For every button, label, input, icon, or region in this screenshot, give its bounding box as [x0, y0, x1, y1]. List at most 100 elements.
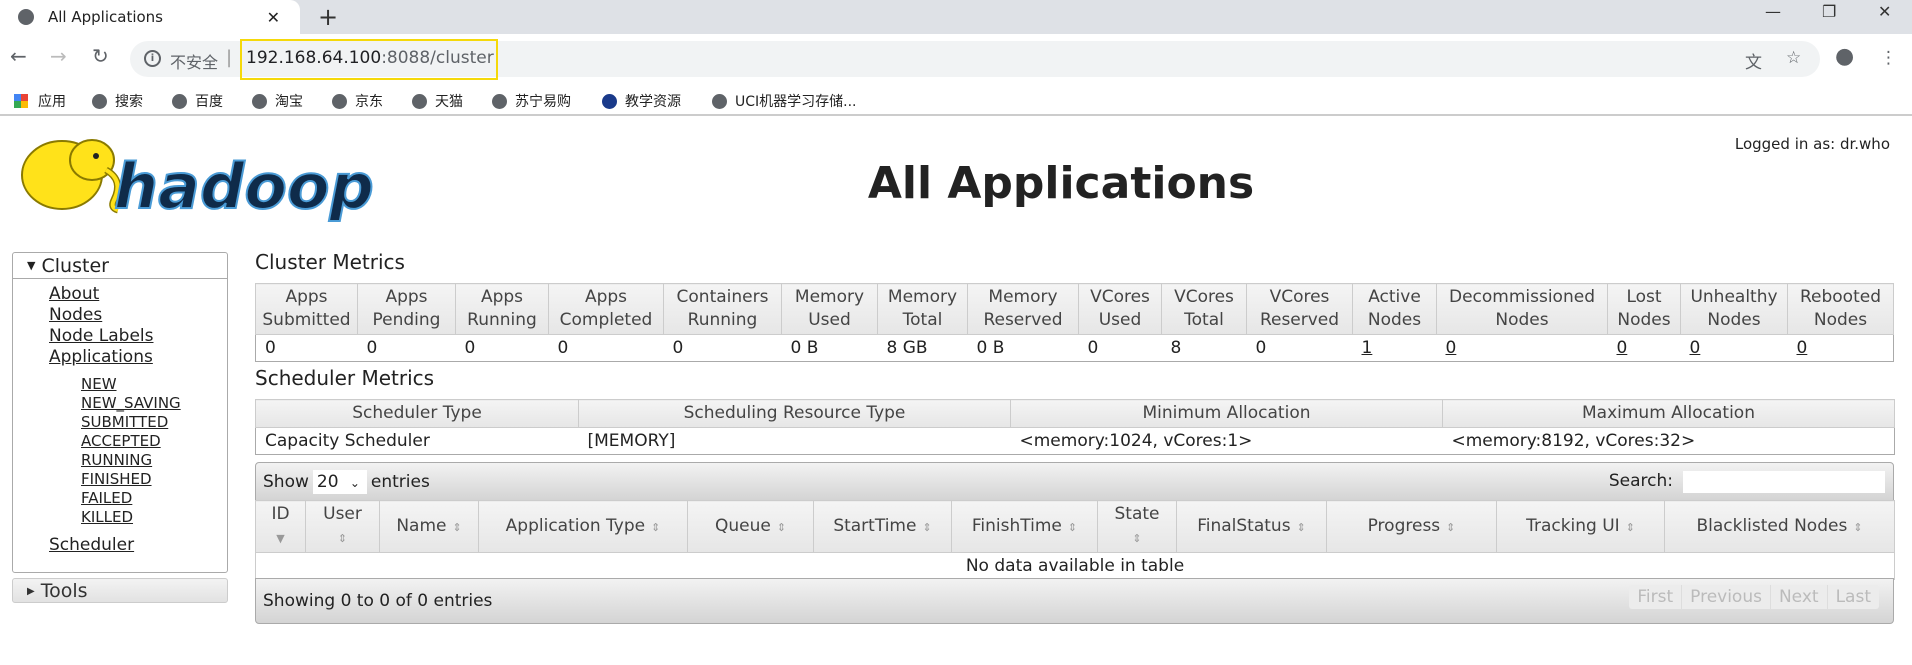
column-header[interactable]: StartTime ⇕ — [813, 500, 952, 553]
url-text[interactable]: 192.168.64.100:8088/cluster — [246, 48, 494, 68]
column-header[interactable]: Tracking UI ⇕ — [1496, 500, 1665, 553]
translate-icon[interactable]: 文 — [1745, 48, 1762, 73]
reload-icon[interactable]: ↻ — [92, 44, 109, 68]
forward-icon[interactable]: → — [50, 44, 67, 68]
triangle-right-icon: ▶ — [27, 586, 35, 597]
cluster-metrics-table: Apps Submitted Apps Pending Apps Running Ap… — [255, 283, 1894, 362]
column-header[interactable]: Blacklisted Nodes ⇕ — [1664, 500, 1895, 553]
sidebar-item-scheduler[interactable]: Scheduler — [13, 535, 227, 556]
insecure-label: 不安全 — [170, 53, 219, 72]
globe-icon — [412, 93, 427, 109]
node-count-link[interactable]: 0 — [1797, 338, 1808, 358]
bookmark[interactable]: 京东 — [332, 91, 383, 111]
scheduler-metric-value: <memory:1024, vCores:1> — [1010, 427, 1443, 455]
column-header-label: FinishTime — [971, 515, 1062, 536]
cluster-metric-value: 0 — [1787, 334, 1894, 362]
scheduler-metric-value: [MEMORY] — [578, 427, 1011, 455]
info-icon[interactable]: i — [144, 50, 161, 67]
cluster-metric-value: 0 — [1246, 334, 1353, 362]
star-icon[interactable]: ☆ — [1786, 48, 1801, 68]
cluster-metric-header: Apps Pending — [357, 283, 456, 335]
bookmark[interactable]: 搜索 — [92, 91, 143, 111]
restore-icon[interactable]: ❐ — [1822, 2, 1836, 21]
column-header[interactable]: Queue ⇕ — [687, 500, 814, 553]
globe-icon — [92, 93, 107, 109]
sidebar-state-submitted[interactable]: SUBMITTED — [13, 413, 227, 432]
sidebar-cluster: ▼ Cluster About Nodes Node Labels Applic… — [12, 252, 228, 573]
column-header[interactable]: Progress ⇕ — [1326, 500, 1497, 553]
sidebar-state-killed[interactable]: KILLED — [13, 508, 227, 527]
next-page-button[interactable]: Next — [1769, 585, 1827, 609]
sidebar-tools[interactable]: ▶ Tools — [12, 578, 228, 603]
column-header-label: User — [323, 504, 362, 524]
sort-icon: ⇕ — [1132, 532, 1142, 545]
scheduler-metric-header: Scheduler Type — [255, 399, 579, 428]
column-header[interactable]: State ⇕ — [1097, 500, 1177, 553]
browser-tab[interactable]: All Applications ✕ — [0, 0, 300, 34]
bookmark[interactable]: 教学资源 — [602, 91, 681, 111]
scheduler-metric-header: Scheduling Resource Type — [578, 399, 1011, 428]
cluster-metric-value: 0 — [1607, 334, 1681, 362]
column-header[interactable]: FinishTime ⇕ — [951, 500, 1098, 553]
cluster-metric-value: 0 — [1680, 334, 1788, 362]
sidebar-state-failed[interactable]: FAILED — [13, 489, 227, 508]
close-tab-icon[interactable]: ✕ — [267, 8, 280, 27]
column-header[interactable]: FinalStatus ⇕ — [1176, 500, 1327, 553]
tab-title: All Applications — [48, 8, 163, 26]
bookmark[interactable]: 百度 — [172, 91, 223, 111]
sidebar-state-new-saving[interactable]: NEW_SAVING — [13, 394, 227, 413]
cluster-metric-value: 0 — [1078, 334, 1162, 362]
column-header[interactable]: ID ▼ — [255, 500, 306, 553]
cluster-metric-header: Decommissioned Nodes — [1436, 283, 1608, 335]
cluster-metric-header: Memory Reserved — [967, 283, 1079, 335]
sidebar-state-new[interactable]: NEW — [13, 375, 227, 394]
sidebar-item-node-labels[interactable]: Node Labels — [13, 326, 227, 347]
column-header[interactable]: Application Type ⇕ — [478, 500, 688, 553]
column-header[interactable]: User ⇕ — [305, 500, 380, 553]
globe-icon — [18, 9, 34, 25]
back-icon[interactable]: ← — [10, 44, 27, 68]
sidebar-item-applications[interactable]: Applications — [13, 347, 227, 368]
node-count-link[interactable]: 0 — [1446, 338, 1457, 358]
column-header[interactable]: Name ⇕ — [379, 500, 479, 553]
sort-icon: ⇕ — [452, 520, 462, 534]
first-page-button[interactable]: First — [1629, 585, 1681, 609]
previous-page-button[interactable]: Previous — [1681, 585, 1770, 609]
chevron-down-icon: ⌄ — [349, 476, 360, 490]
cluster-metric-value: 1 — [1352, 334, 1437, 362]
new-tab-icon[interactable]: + — [318, 3, 338, 31]
sidebar-state-finished[interactable]: FINISHED — [13, 470, 227, 489]
column-header-label: StartTime — [833, 515, 917, 536]
sidebar-item-nodes[interactable]: Nodes — [13, 305, 227, 326]
menu-icon[interactable]: ⋮ — [1880, 48, 1897, 68]
bookmark-apps[interactable]: 应用 — [14, 91, 66, 111]
column-header-label: State — [1114, 504, 1160, 524]
node-count-link[interactable]: 0 — [1617, 338, 1628, 358]
globe-icon — [712, 93, 727, 109]
bookmark[interactable]: 苏宁易购 — [492, 91, 571, 111]
search-input[interactable] — [1683, 471, 1885, 493]
entries-select[interactable]: 20 ⌄ — [312, 470, 367, 494]
close-window-icon[interactable]: ✕ — [1878, 2, 1891, 21]
column-header-label: Tracking UI — [1526, 515, 1620, 536]
node-count-link[interactable]: 0 — [1690, 338, 1701, 358]
sort-icon: ⇕ — [776, 520, 787, 534]
sidebar-cluster-header[interactable]: ▼ Cluster — [13, 253, 227, 279]
cluster-metric-header: Memory Total — [877, 283, 968, 335]
minimize-icon[interactable]: — — [1765, 2, 1781, 21]
sidebar-state-accepted[interactable]: ACCEPTED — [13, 432, 227, 451]
sidebar-state-running[interactable]: RUNNING — [13, 451, 227, 470]
cluster-metric-header: Rebooted Nodes — [1787, 283, 1894, 335]
cluster-metric-value: 0 — [663, 334, 782, 362]
bookmark[interactable]: 淘宝 — [252, 91, 303, 111]
last-page-button[interactable]: Last — [1826, 585, 1879, 609]
logged-in-as: Logged in as: dr.who — [1734, 135, 1890, 153]
sidebar-item-about[interactable]: About — [13, 284, 227, 305]
sort-icon: ⇕ — [1853, 520, 1863, 534]
profile-icon[interactable]: ● — [1835, 44, 1854, 69]
cluster-metric-header: VCores Total — [1161, 283, 1247, 335]
globe-icon — [332, 93, 347, 109]
node-count-link[interactable]: 1 — [1362, 338, 1373, 358]
bookmark[interactable]: UCI机器学习存储... — [712, 91, 857, 111]
bookmark[interactable]: 天猫 — [412, 91, 463, 111]
